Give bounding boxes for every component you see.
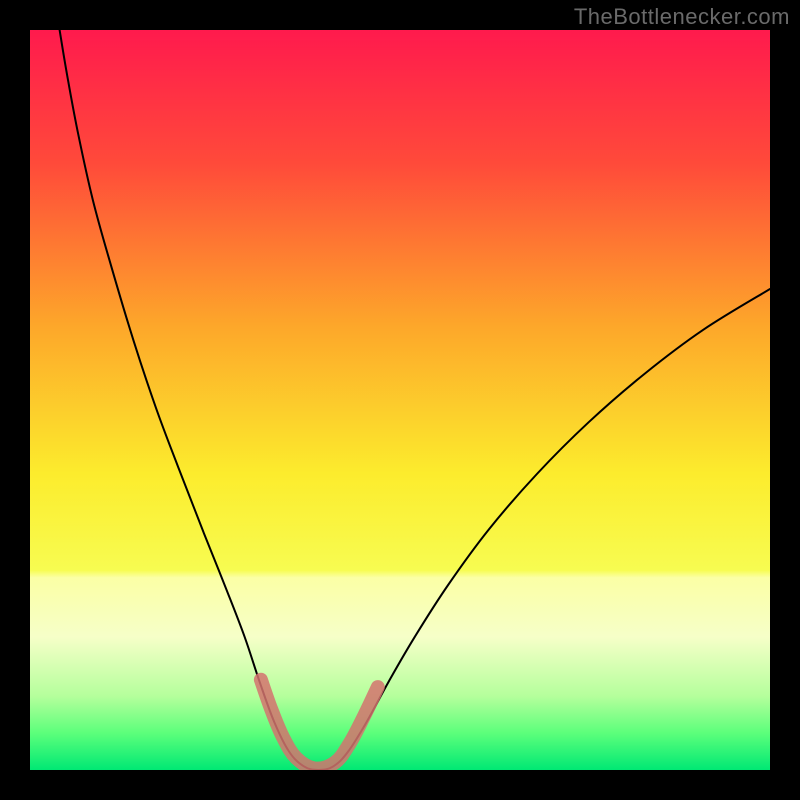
chart-svg bbox=[30, 30, 770, 770]
chart-frame: TheBottlenecker.com bbox=[0, 0, 800, 800]
plot-area bbox=[30, 30, 770, 770]
gradient-background bbox=[30, 30, 770, 770]
watermark-text: TheBottlenecker.com bbox=[574, 4, 790, 30]
